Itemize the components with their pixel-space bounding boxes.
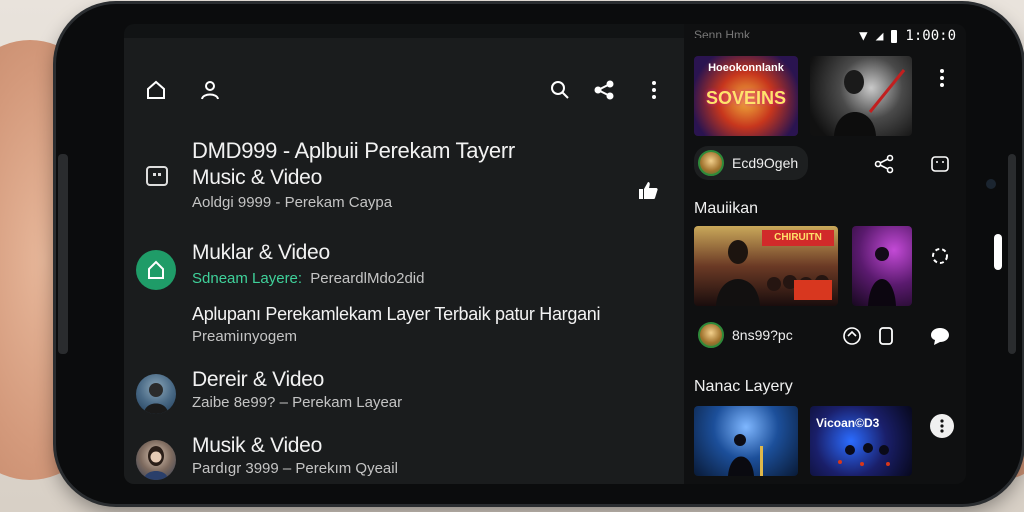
row-title[interactable]: Muklar & Video [192,241,330,265]
info-icon[interactable] [930,414,954,438]
user-avatar[interactable] [136,374,176,414]
video-thumbnail[interactable]: Vicoan©D3 [810,406,912,476]
heart-icon[interactable] [840,324,864,348]
video-thumbnail[interactable] [852,226,912,306]
channel-avatar [698,150,724,176]
row-subtitle: Zaibe 8e99? – Perekam Layear [192,394,403,411]
video-thumbnail[interactable]: Hoeokonnlank SOVEINS [694,56,798,136]
comment-icon[interactable] [928,324,952,348]
more-options-icon[interactable] [930,66,954,90]
row-title[interactable]: Dereir & Video [192,368,324,392]
top-toolbar [124,76,684,116]
user-avatar[interactable] [136,440,176,480]
section-title: Mauiikan [694,200,759,217]
section-title: Nanac Layery [694,378,793,395]
row-subtitle: Pardıgr 3999 – Perekım Qyeail [192,460,398,477]
row-title[interactable]: Aplupanı Perekamlekam Layer Terbaik patu… [192,304,601,325]
search-icon[interactable] [546,76,574,104]
profile-icon[interactable] [196,76,224,104]
channel-name: 8ns99?pc [732,327,793,343]
row-subtitle-rest: PereardlMdo2did [310,270,425,287]
thumbnail-text: Hoeokonnlank [708,62,784,74]
home-icon[interactable] [142,76,170,104]
row-title[interactable]: Musik & Video [192,434,322,458]
phone-frame: DMD999 - Aplbuii Perekam Tayerr Music & … [56,4,1022,504]
thumbnail-headline: SOVEINS [705,88,787,108]
video-thumbnail[interactable]: CHIRUITN [694,226,838,306]
status-bar: ▼ ◢ 1:00:0 [859,24,956,48]
header-subtitle: Music & Video [192,166,322,189]
video-icon[interactable] [928,152,952,176]
save-icon[interactable] [874,324,898,348]
phone-speaker-grille [58,154,68,354]
row-subtitle-highlight: Sdneam Layere: [192,270,303,287]
main-pane: DMD999 - Aplbuii Perekam Tayerr Music & … [124,38,684,484]
video-icon [146,166,168,186]
share-icon[interactable] [872,152,896,176]
channel-avatar[interactable] [136,250,176,290]
home-indicator[interactable] [994,234,1002,270]
header-title: DMD999 - Aplbuii Perekam Tayerr [192,138,515,163]
channel-chip[interactable]: Ecd9Ogeh [694,146,809,180]
phone-side-grille [1008,154,1016,354]
video-thumbnail[interactable] [810,56,912,136]
row-subtitle: Preamiınyogem [192,328,298,345]
signal-icon: ◢ [875,28,884,44]
clock: 1:00:0 [905,28,956,44]
channel-avatar [698,322,724,348]
suggestions-pane: Senn Hmk Hoeokonnlank SOVEINS Ecd9Ogeh M… [684,24,966,484]
share-icon[interactable] [590,76,618,104]
poster-badge [794,280,832,300]
header-caption: Aoldgi 9999 - Perekam Caypa [192,194,393,211]
wifi-icon: ▼ [859,28,868,44]
refresh-icon[interactable] [928,244,952,268]
channel-chip[interactable]: 8ns99?pc [694,318,803,352]
like-icon[interactable] [636,178,660,202]
section-header-partial: Senn Hmk [694,28,751,38]
battery-icon [891,29,898,43]
channel-name: Ecd9Ogeh [732,155,799,171]
row-subtitle: Sdneam Layere: PereardlMdo2did [192,270,425,287]
app-screen: DMD999 - Aplbuii Perekam Tayerr Music & … [124,24,966,484]
more-options-icon[interactable] [640,76,668,104]
video-thumbnail[interactable] [694,406,798,476]
front-camera [986,179,996,189]
